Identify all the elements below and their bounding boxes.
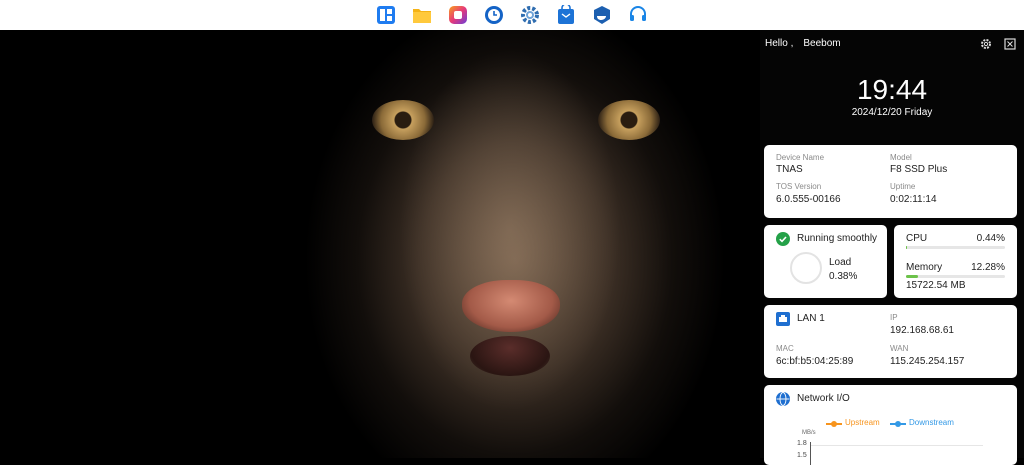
panel-toolbar — [980, 37, 1016, 49]
memory-progress-bar — [906, 275, 1005, 278]
memory-label: Memory — [906, 262, 942, 273]
ip-label: IP — [890, 313, 898, 322]
network-port-icon — [776, 312, 790, 329]
wallpaper-mouth — [470, 336, 550, 376]
expand-icon[interactable] — [1004, 37, 1016, 49]
chart-tick-1: 1.8 — [797, 440, 807, 447]
upstream-legend-marker — [826, 423, 842, 425]
load-label: Load — [829, 257, 851, 268]
control-panel-icon[interactable] — [374, 3, 398, 27]
device-name-value: TNAS — [776, 164, 803, 175]
tos-version-label: TOS Version — [776, 182, 821, 191]
memory-used-mb: 15722.54 MB — [906, 280, 966, 291]
device-info-card[interactable]: Device Name TNAS Model F8 SSD Plus TOS V… — [764, 145, 1017, 218]
clock-icon[interactable] — [482, 3, 506, 27]
resource-usage-card[interactable]: CPU 0.44% Memory 12.28% 15722.54 MB — [894, 225, 1017, 298]
mac-value: 6c:bf:b5:04:25:89 — [776, 356, 853, 367]
tos-version-value: 6.0.555-00166 — [776, 194, 841, 205]
downstream-legend-marker — [890, 423, 906, 425]
network-io-card[interactable]: Network I/O Upstream Downstream MB/s 1.8… — [764, 385, 1017, 465]
cpu-value: 0.44% — [977, 233, 1005, 244]
desktop-wallpaper — [0, 30, 760, 458]
chart-unit-label: MB/s — [802, 430, 816, 436]
upstream-legend-label: Upstream — [845, 418, 880, 427]
lan-card[interactable]: LAN 1 IP 192.168.68.61 MAC 6c:bf:b5:04:2… — [764, 305, 1017, 378]
widget-panel: Hello , Beebom 19:44 2024/12/20 Friday D… — [760, 30, 1024, 458]
photos-icon[interactable] — [446, 3, 470, 27]
taskbar — [0, 0, 1024, 30]
greeting: Hello , Beebom — [765, 38, 841, 49]
wallpaper-fur — [380, 30, 640, 458]
uptime-label: Uptime — [890, 182, 915, 191]
uptime-value: 0:02:11:14 — [890, 194, 937, 205]
folder-icon[interactable] — [410, 3, 434, 27]
wallpaper-nose — [462, 280, 560, 332]
greeting-text: Hello , — [765, 38, 793, 49]
check-icon — [776, 232, 790, 249]
health-status: Running smoothly — [797, 233, 877, 244]
memory-progress-fill — [906, 275, 918, 278]
clock-date: 2024/12/20 Friday — [760, 107, 1024, 118]
lan-name: LAN 1 — [797, 313, 825, 324]
chart-gridline — [811, 445, 983, 446]
username: Beebom — [803, 38, 840, 49]
wan-label: WAN — [890, 344, 908, 353]
load-ring-icon — [789, 251, 823, 288]
clock-time: 19:44 — [760, 74, 1024, 106]
ip-value: 192.168.68.61 — [890, 325, 954, 336]
downstream-legend-label: Downstream — [909, 418, 954, 427]
device-name-label: Device Name — [776, 153, 824, 162]
network-io-title: Network I/O — [797, 393, 850, 404]
wallpaper-left-eye — [372, 100, 434, 140]
globe-icon — [776, 392, 790, 409]
support-headset-icon[interactable] — [626, 3, 650, 27]
settings-icon[interactable] — [980, 37, 992, 49]
wan-value: 115.245.254.157 — [890, 356, 964, 367]
model-label: Model — [890, 153, 912, 162]
mac-label: MAC — [776, 344, 794, 353]
cpu-label: CPU — [906, 233, 927, 244]
model-value: F8 SSD Plus — [890, 164, 947, 175]
memory-value: 12.28% — [971, 262, 1005, 273]
system-health-card[interactable]: Running smoothly Load 0.38% — [764, 225, 887, 298]
load-value: 0.38% — [829, 271, 857, 282]
settings-gear-icon[interactable] — [518, 3, 542, 27]
cpu-progress-bar — [906, 246, 1005, 249]
app-center-icon[interactable] — [554, 3, 578, 27]
docker-icon[interactable] — [590, 3, 614, 27]
wallpaper-right-eye — [598, 100, 660, 140]
